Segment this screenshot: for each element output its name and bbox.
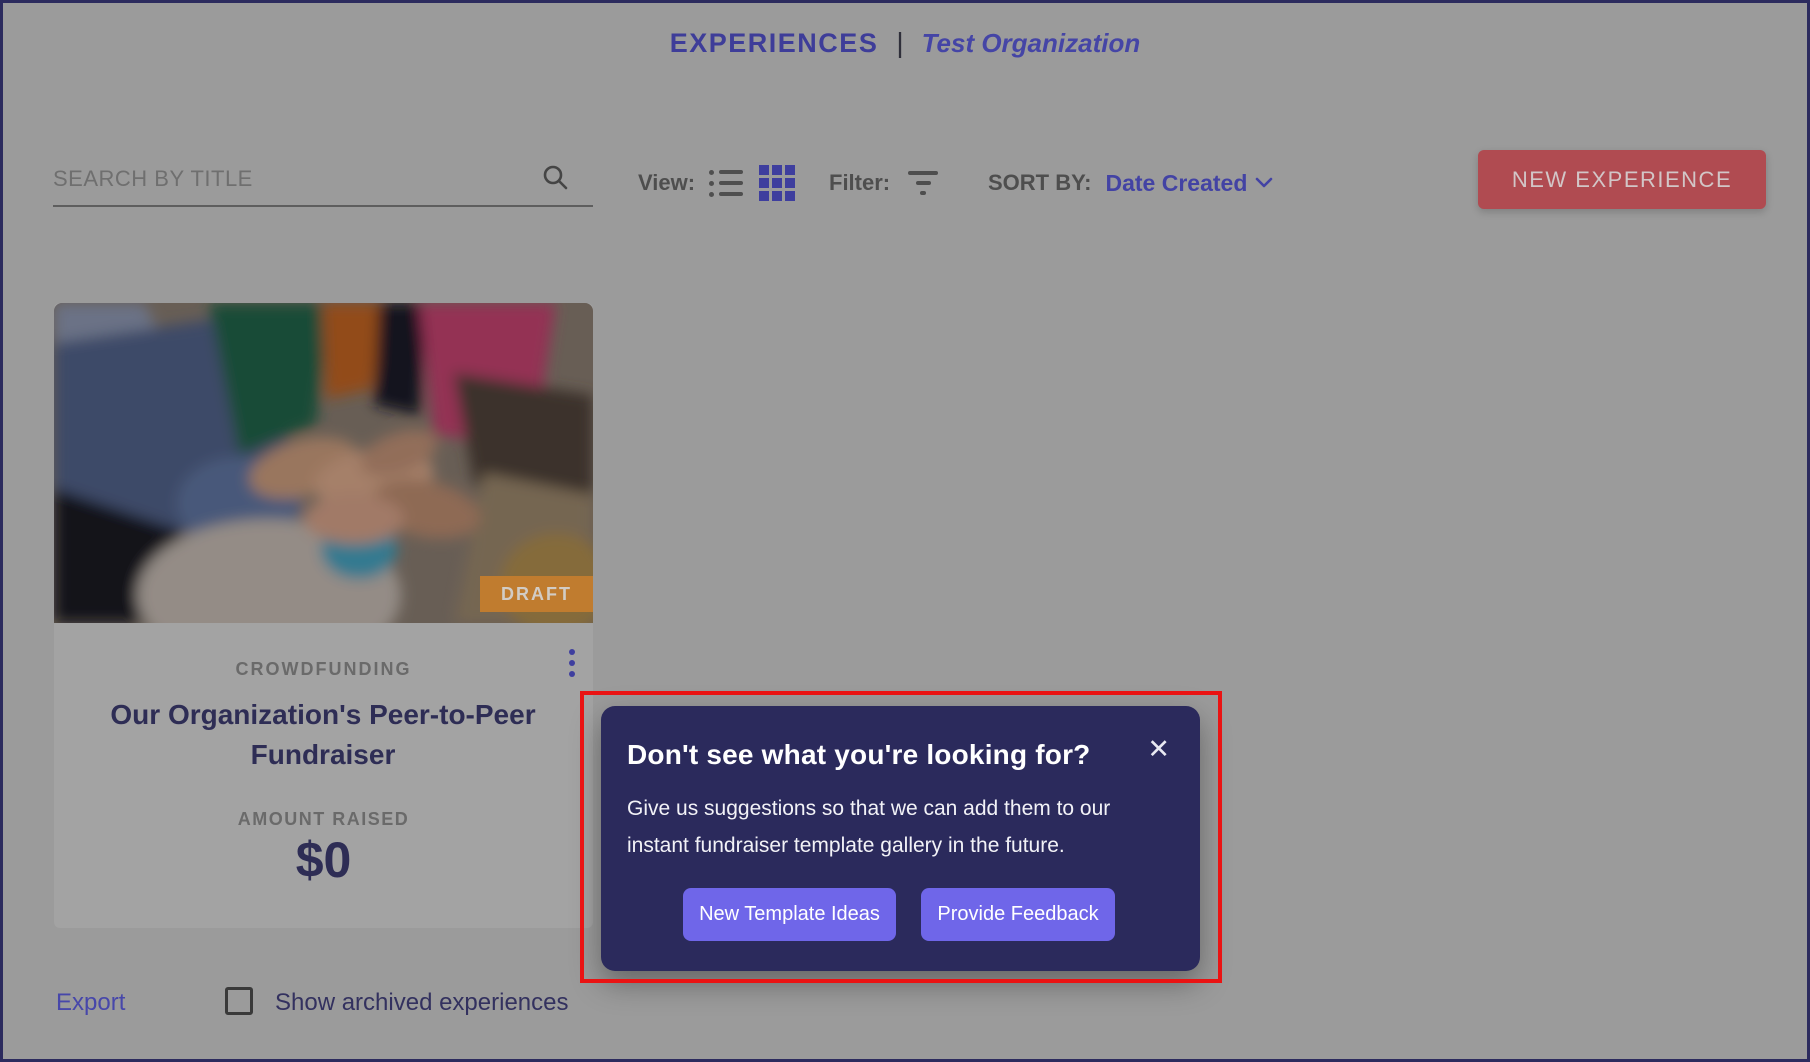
amount-raised-value: $0: [54, 831, 593, 889]
show-archived-label: Show archived experiences: [275, 989, 569, 1017]
sort-group: SORT BY: Date Created: [988, 161, 1273, 205]
view-toggle-group: View:: [638, 161, 797, 205]
sort-dropdown[interactable]: Date Created: [1105, 170, 1273, 197]
amount-raised-label: AMOUNT RAISED: [54, 809, 593, 830]
experiences-page: EXPERIENCES | Test Organization View: Fi…: [0, 0, 1810, 1062]
modal-title: Don't see what you're looking for?: [627, 739, 1090, 771]
status-badge: DRAFT: [480, 576, 593, 612]
page-header: EXPERIENCES | Test Organization: [3, 27, 1807, 59]
card-category: CROWDFUNDING: [54, 659, 593, 680]
filter-label: Filter:: [829, 170, 890, 196]
filter-icon[interactable]: [906, 169, 940, 197]
new-template-ideas-button[interactable]: New Template Ideas: [683, 888, 896, 941]
close-icon[interactable]: ✕: [1147, 736, 1170, 763]
feedback-modal: Don't see what you're looking for? ✕ Giv…: [601, 706, 1200, 971]
show-archived-checkbox[interactable]: [225, 987, 253, 1015]
card-photo: [54, 303, 593, 623]
header-separator: |: [896, 27, 903, 59]
page-title: EXPERIENCES: [670, 28, 879, 59]
grid-view-icon[interactable]: [757, 163, 797, 203]
list-view-icon[interactable]: [707, 168, 745, 199]
sort-dropdown-value: Date Created: [1105, 170, 1247, 197]
search-input[interactable]: [53, 153, 593, 205]
experience-card[interactable]: DRAFT CROWDFUNDING Our Organization's Pe…: [54, 303, 593, 928]
search-field: [53, 153, 593, 207]
organization-name: Test Organization: [922, 28, 1141, 59]
provide-feedback-button[interactable]: Provide Feedback: [921, 888, 1115, 941]
filter-group: Filter:: [829, 161, 940, 205]
view-label: View:: [638, 170, 695, 196]
chevron-down-icon: [1255, 177, 1273, 189]
card-title: Our Organization's Peer-to-Peer Fundrais…: [73, 695, 573, 775]
modal-body-text: Give us suggestions so that we can add t…: [627, 790, 1127, 864]
export-link[interactable]: Export: [56, 989, 125, 1017]
search-icon[interactable]: [541, 163, 569, 191]
sort-by-label: SORT BY:: [988, 170, 1091, 196]
new-experience-button[interactable]: NEW EXPERIENCE: [1478, 150, 1766, 209]
